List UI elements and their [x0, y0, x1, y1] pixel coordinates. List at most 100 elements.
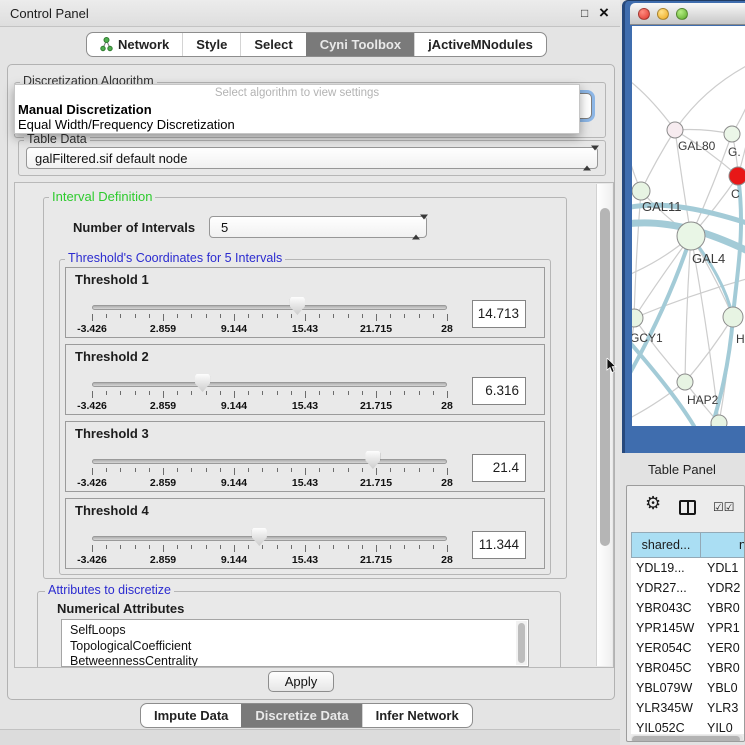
- cell-shared-name[interactable]: YDR27...: [631, 578, 700, 598]
- apply-button[interactable]: Apply: [268, 671, 334, 692]
- network-edge[interactable]: [675, 64, 745, 130]
- cell-name[interactable]: YBR0: [700, 598, 740, 618]
- vertical-scrollbar[interactable]: [596, 184, 612, 666]
- minimize-traffic-light[interactable]: [657, 8, 669, 20]
- threshold-value-field[interactable]: 14.713: [472, 300, 526, 328]
- network-edge[interactable]: [675, 130, 732, 135]
- network-edge[interactable]: [685, 236, 691, 382]
- cell-shared-name[interactable]: YER054C: [631, 638, 700, 658]
- close-icon[interactable]: ×: [599, 3, 609, 23]
- slider-tick: [234, 545, 235, 552]
- horizontal-scrollbar[interactable]: [631, 735, 743, 742]
- cell-shared-name[interactable]: YBR045C: [631, 658, 700, 678]
- gear-icon[interactable]: ⚙: [645, 494, 661, 512]
- cell-name[interactable]: YBR0: [700, 658, 740, 678]
- zoom-traffic-light[interactable]: [676, 8, 688, 20]
- attribute-listbox[interactable]: SelfLoopsTopologicalCoefficientBetweenne…: [61, 619, 529, 667]
- vertical-scrollbar-thumb[interactable]: [600, 208, 610, 546]
- horizontal-scrollbar-thumb[interactable]: [632, 736, 740, 742]
- slider-tick: [390, 314, 391, 318]
- tab-style[interactable]: Style: [182, 33, 240, 56]
- column-header-shared[interactable]: shared...: [631, 532, 701, 558]
- attribute-list-scrollbar[interactable]: [516, 621, 527, 665]
- network-edge[interactable]: [632, 78, 675, 130]
- tab-select[interactable]: Select: [240, 33, 305, 56]
- table-row[interactable]: YDR27...YDR2: [631, 578, 745, 598]
- column-header-name[interactable]: n: [700, 532, 745, 558]
- network-edge[interactable]: [641, 130, 675, 191]
- tab-discretize-data[interactable]: Discretize Data: [241, 704, 361, 727]
- slider-thumb[interactable]: [365, 451, 380, 469]
- network-icon: [100, 37, 113, 52]
- slider-thumb[interactable]: [195, 374, 210, 392]
- cell-shared-name[interactable]: YBL079W: [631, 678, 700, 698]
- table-row[interactable]: YBR043CYBR0: [631, 598, 745, 618]
- checkbox-columns-icon[interactable]: ☑☑: [713, 500, 735, 514]
- number-of-intervals-value: 5: [221, 217, 228, 238]
- slider-thumb[interactable]: [252, 528, 267, 546]
- network-node-g[interactable]: [724, 126, 740, 142]
- threshold-slider[interactable]: -3.4262.8599.14415.4321.71528: [92, 268, 447, 339]
- table-row[interactable]: YDL19...YDL1: [631, 558, 745, 578]
- slider-thumb[interactable]: [290, 297, 305, 315]
- table-data-combobox[interactable]: galFiltered.sif default node: [26, 147, 598, 169]
- cell-name[interactable]: YDR2: [700, 578, 740, 598]
- cell-shared-name[interactable]: YBR043C: [631, 598, 700, 618]
- slider-tick: [333, 314, 334, 318]
- tab-jactivemnodules[interactable]: jActiveMNodules: [414, 33, 546, 56]
- cell-name[interactable]: YDL1: [700, 558, 738, 578]
- table-row[interactable]: YBR045CYBR0: [631, 658, 745, 678]
- cell-shared-name[interactable]: YIL052C: [631, 718, 700, 734]
- cell-name[interactable]: YPR1: [700, 618, 740, 638]
- network-node-gal11[interactable]: [632, 182, 650, 200]
- network-node[interactable]: [711, 415, 727, 426]
- table-row[interactable]: YLR345WYLR3: [631, 698, 745, 718]
- number-of-intervals-combobox[interactable]: 5: [209, 216, 427, 238]
- cell-name[interactable]: YER0: [700, 638, 740, 658]
- threshold-value-field[interactable]: 6.316: [472, 377, 526, 405]
- network-node-gcy1[interactable]: [632, 309, 643, 327]
- network-node-gal4[interactable]: [677, 222, 705, 250]
- network-node-gal80[interactable]: [667, 122, 683, 138]
- threshold-slider[interactable]: -3.4262.8599.14415.4321.71528: [92, 499, 447, 570]
- close-traffic-light[interactable]: [638, 8, 650, 20]
- network-node-c[interactable]: [729, 167, 745, 185]
- slider-track[interactable]: [92, 536, 447, 541]
- algorithm-option-manual-discretization[interactable]: Manual Discretization: [15, 102, 579, 117]
- table-row[interactable]: YPR145WYPR1: [631, 618, 745, 638]
- tab-cyni-toolbox[interactable]: Cyni Toolbox: [306, 33, 414, 56]
- attribute-item-topologicalcoefficient[interactable]: TopologicalCoefficient: [70, 639, 528, 655]
- threshold-value-field[interactable]: 11.344: [472, 531, 526, 559]
- network-edge[interactable]: [634, 191, 641, 318]
- slider-tick: [376, 545, 377, 552]
- cell-shared-name[interactable]: YLR345W: [631, 698, 700, 718]
- cell-name[interactable]: YIL0: [700, 718, 733, 734]
- slider-tick-label: -3.426: [77, 554, 107, 566]
- cell-shared-name[interactable]: YDL19...: [631, 558, 700, 578]
- slider-track[interactable]: [92, 459, 447, 464]
- network-canvas[interactable]: GAL80G.CGAL11GAL4GCY1HHAP2: [632, 26, 745, 426]
- slider-tick: [92, 468, 93, 475]
- attribute-item-betweennesscentrality[interactable]: BetweennessCentrality: [70, 654, 528, 667]
- split-columns-icon[interactable]: [679, 500, 696, 515]
- network-node-hap2[interactable]: [677, 374, 693, 390]
- algorithm-option-equal-width-frequency-discretization[interactable]: Equal Width/Frequency Discretization: [15, 117, 579, 132]
- tab-infer-network[interactable]: Infer Network: [362, 704, 472, 727]
- table-row[interactable]: YIL052CYIL0: [631, 718, 745, 734]
- float-window-icon[interactable]: □: [581, 6, 588, 20]
- attribute-item-selfloops[interactable]: SelfLoops: [70, 623, 528, 639]
- cell-shared-name[interactable]: YPR145W: [631, 618, 700, 638]
- slider-track[interactable]: [92, 305, 447, 310]
- tab-impute-data[interactable]: Impute Data: [141, 704, 241, 727]
- tab-network[interactable]: Network: [87, 33, 182, 56]
- threshold-slider[interactable]: -3.4262.8599.14415.4321.71528: [92, 422, 447, 493]
- cell-name[interactable]: YBL0: [700, 678, 738, 698]
- cell-name[interactable]: YLR3: [700, 698, 738, 718]
- slider-track[interactable]: [92, 382, 447, 387]
- network-node-h[interactable]: [723, 307, 743, 327]
- table-row[interactable]: YBL079WYBL0: [631, 678, 745, 698]
- table-row[interactable]: YER054CYER0: [631, 638, 745, 658]
- slider-tick: [262, 545, 263, 549]
- threshold-slider[interactable]: -3.4262.8599.14415.4321.71528: [92, 345, 447, 416]
- threshold-value-field[interactable]: 21.4: [472, 454, 526, 482]
